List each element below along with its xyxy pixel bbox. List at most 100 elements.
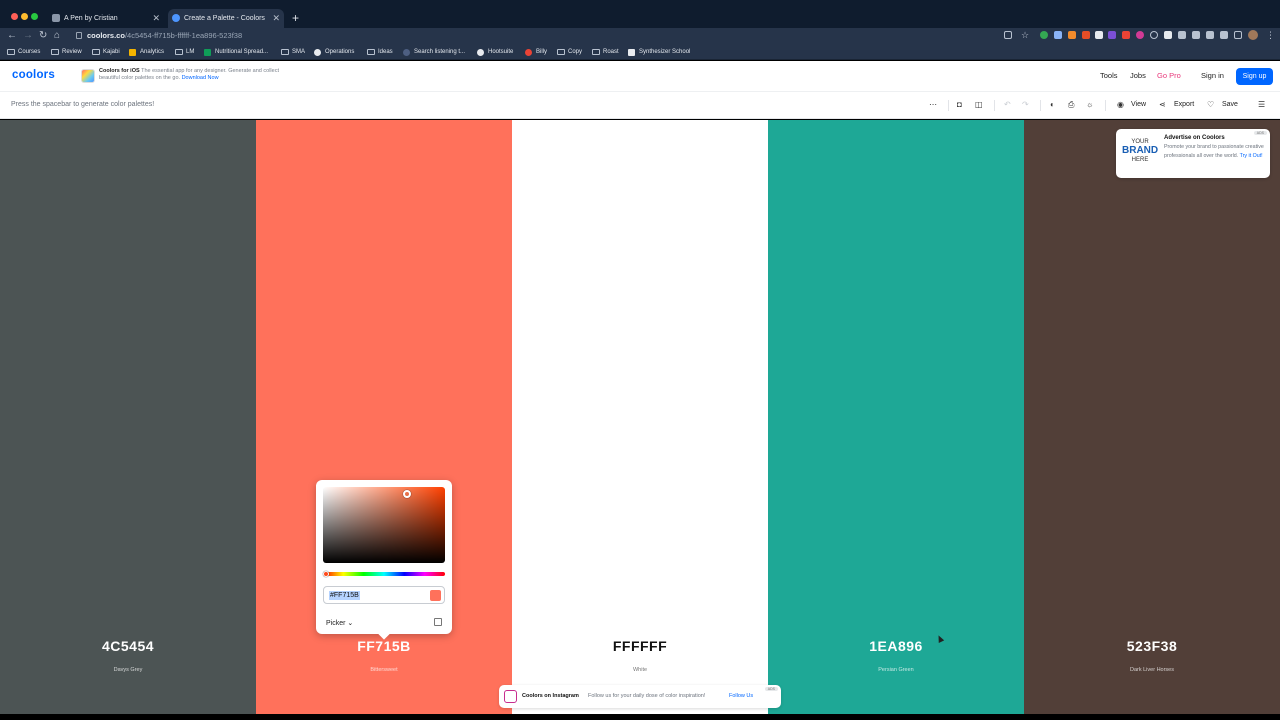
color-blindness-icon[interactable]: ◐ (1050, 100, 1055, 109)
download-now-link[interactable]: Download Now (182, 75, 219, 81)
color-swatch[interactable]: FFFFFF White (512, 120, 768, 714)
bookmark-search-listening[interactable]: Search listening t... (403, 44, 465, 60)
redo-icon[interactable]: ↷ (1022, 100, 1029, 109)
hue-slider[interactable] (323, 572, 445, 576)
nav-jobs[interactable]: Jobs (1130, 71, 1146, 80)
advertise-card[interactable]: YOUR BRAND HERE Advertise on Coolors Pro… (1116, 129, 1270, 178)
swatch-hex[interactable]: 1EA896 (768, 638, 1024, 654)
close-tab-icon[interactable]: ✕ (272, 9, 280, 28)
swatch-hex[interactable]: 4C5454 (0, 638, 256, 654)
new-tab-icon[interactable]: + (292, 11, 299, 25)
picker-mode-dropdown[interactable]: Picker ⌄ (326, 619, 353, 627)
nav-go-pro[interactable]: Go Pro (1157, 71, 1181, 80)
close-tab-icon[interactable]: ✕ (152, 9, 160, 28)
back-icon[interactable]: ← (7, 29, 17, 43)
ads-badge: ADS (764, 687, 778, 691)
nav-sign-in[interactable]: Sign in (1201, 71, 1224, 80)
hex-input-value: #FF715B (329, 591, 360, 600)
browser-tab-coolors[interactable]: Create a Palette - Coolors ✕ (168, 9, 284, 28)
extension-icon[interactable] (1108, 31, 1116, 39)
sign-up-button[interactable]: Sign up (1236, 68, 1273, 85)
color-swatch[interactable]: 4C5454 Davys Grey (0, 120, 256, 714)
browser-tab-codepen[interactable]: A Pen by Cristian ✕ (48, 9, 164, 28)
bookmark-synthesizer-school[interactable]: Synthesizer School (628, 44, 690, 60)
address-bar: ← → ↻ ⌂ coolors.co/4c5454-ff715b-ffffff-… (0, 28, 1280, 44)
extension-icon[interactable] (1192, 31, 1200, 39)
copy-icon[interactable] (434, 618, 442, 626)
your-brand-here-logo: YOUR BRAND HERE (1122, 139, 1159, 163)
coolors-logo[interactable]: coolors (12, 69, 55, 81)
bookmark-billy[interactable]: Billy (525, 44, 547, 60)
undo-icon[interactable]: ↶ (1004, 100, 1011, 109)
minimize-window-button[interactable] (21, 13, 28, 20)
palette-toolbar: Press the spacebar to generate color pal… (0, 92, 1280, 119)
bookmark-lm[interactable]: LM (175, 44, 194, 60)
extension-icon[interactable] (1136, 31, 1144, 39)
layout-icon[interactable]: ◫ (975, 100, 983, 109)
try-it-out-link[interactable]: Try it Out! (1240, 153, 1263, 159)
extension-icon[interactable] (1082, 31, 1090, 39)
instagram-banner[interactable]: Coolors on Instagram Follow us for your … (499, 685, 781, 708)
bookmark-copy[interactable]: Copy (557, 44, 582, 60)
browser-tab-bar: A Pen by Cristian ✕ Create a Palette - C… (0, 0, 1280, 28)
extension-icon[interactable] (1122, 31, 1130, 39)
bookmark-star-icon[interactable]: ☆ (1021, 31, 1029, 40)
adjust-icon[interactable]: ☼ (1086, 100, 1093, 109)
tab-label: A Pen by Cristian (64, 15, 118, 22)
extension-icon[interactable] (1040, 31, 1048, 39)
nav-tools[interactable]: Tools (1100, 71, 1118, 80)
bookmark-roast[interactable]: Roast (592, 44, 619, 60)
extension-icon[interactable] (1150, 31, 1158, 39)
bookmark-nutritional-spread[interactable]: Nutritional Spread... (204, 44, 268, 60)
extension-icon[interactable] (1068, 31, 1076, 39)
sidebar-icon[interactable] (1234, 31, 1242, 39)
menu-icon[interactable]: ☰ (1258, 100, 1265, 109)
save-button[interactable]: Save (1222, 101, 1238, 108)
extension-icon[interactable] (1220, 31, 1228, 39)
share-icon: ⋖ (1159, 100, 1166, 109)
site-header: coolors Coolors for iOS The essential ap… (0, 61, 1280, 92)
bookmark-operations[interactable]: Operations (314, 44, 354, 60)
share-icon[interactable] (1004, 31, 1012, 39)
zoom-window-button[interactable] (31, 13, 38, 20)
extension-icon[interactable] (1206, 31, 1214, 39)
bookmark-analytics[interactable]: Analytics (129, 44, 164, 60)
follow-us-link[interactable]: Follow Us (729, 693, 753, 699)
bookmark-kajabi[interactable]: Kajabi (92, 44, 120, 60)
bookmark-sma[interactable]: SMA (281, 44, 305, 60)
bookmark-ideas[interactable]: Ideas (367, 44, 393, 60)
forward-icon[interactable]: → (23, 29, 33, 43)
extension-icon[interactable] (1164, 31, 1172, 39)
bookmark-courses[interactable]: Courses (7, 44, 40, 60)
export-button[interactable]: Export (1174, 101, 1194, 108)
home-icon[interactable]: ⌂ (54, 29, 60, 43)
print-icon[interactable]: ⎙ (1068, 100, 1074, 110)
url-path: /4c5454-ff715b-ffffff-1ea896-523f38 (124, 31, 243, 40)
bookmark-hootsuite[interactable]: Hootsuite (477, 44, 513, 60)
url-field[interactable]: coolors.co/4c5454-ff715b-ffffff-1ea896-5… (70, 30, 1030, 42)
extension-icon[interactable] (1095, 31, 1103, 39)
profile-avatar[interactable] (1248, 30, 1258, 40)
color-swatch[interactable]: 1EA896 Persian Green (768, 120, 1024, 714)
close-window-button[interactable] (11, 13, 18, 20)
view-button[interactable]: View (1131, 101, 1146, 108)
instagram-icon (504, 690, 517, 703)
color-swatch[interactable]: 523F38 Dark Liver Horses (1024, 120, 1280, 714)
hue-slider-handle[interactable] (323, 571, 329, 577)
reload-icon[interactable]: ↻ (39, 29, 47, 43)
spacebar-hint: Press the spacebar to generate color pal… (11, 101, 155, 108)
extension-icon[interactable] (1178, 31, 1186, 39)
browser-menu-icon[interactable]: ⋮ (1266, 31, 1275, 40)
saturation-brightness-area[interactable] (323, 487, 445, 563)
swatch-hex[interactable]: FF715B (256, 638, 512, 654)
swatch-hex[interactable]: FFFFFF (512, 638, 768, 654)
bookmark-review[interactable]: Review (51, 44, 82, 60)
camera-icon[interactable]: ◘ (957, 100, 962, 109)
hex-input[interactable]: #FF715B (323, 586, 445, 604)
saturation-handle[interactable] (403, 490, 411, 498)
toolbar-divider (994, 100, 995, 111)
more-options-icon[interactable]: ⋯ (929, 100, 937, 109)
extension-icon[interactable] (1054, 31, 1062, 39)
swatch-hex[interactable]: 523F38 (1024, 638, 1280, 654)
synthesizer-school-icon (628, 49, 635, 56)
